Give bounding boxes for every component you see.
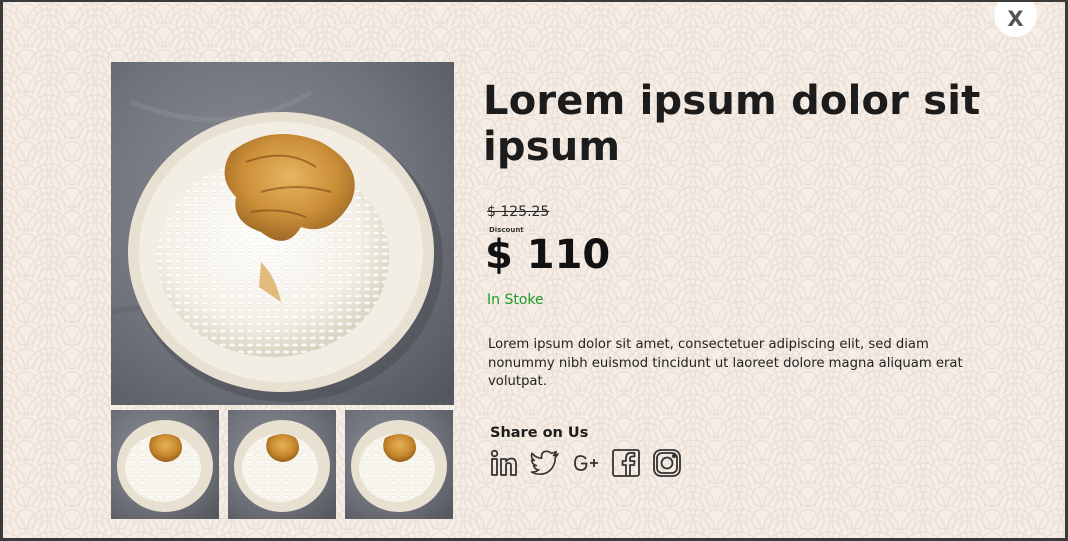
product-quick-view-modal: X Lorem ipsum dolor sit ipsum $ 125.25 D… xyxy=(0,0,1068,541)
product-description: Lorem ipsum dolor sit amet, consectetuer… xyxy=(488,337,963,389)
product-main-image xyxy=(111,62,454,405)
thumbnail-2[interactable] xyxy=(228,410,336,519)
thumbnail-3[interactable] xyxy=(345,410,453,519)
instagram-icon[interactable] xyxy=(652,448,682,478)
thumbnail-1[interactable] xyxy=(111,410,219,519)
close-button[interactable]: X xyxy=(994,2,1037,37)
linkedin-icon[interactable] xyxy=(489,448,519,478)
google-plus-icon[interactable] xyxy=(571,448,601,478)
share-label: Share on Us xyxy=(490,425,589,441)
old-price: $ 125.25 xyxy=(487,204,550,220)
facebook-icon[interactable] xyxy=(611,448,641,478)
product-title: Lorem ipsum dolor sit ipsum xyxy=(483,78,981,170)
close-icon: X xyxy=(1007,6,1024,31)
twitter-icon[interactable] xyxy=(530,448,560,478)
stock-status: In Stoke xyxy=(487,292,544,308)
current-price: $ 110 xyxy=(485,232,611,278)
